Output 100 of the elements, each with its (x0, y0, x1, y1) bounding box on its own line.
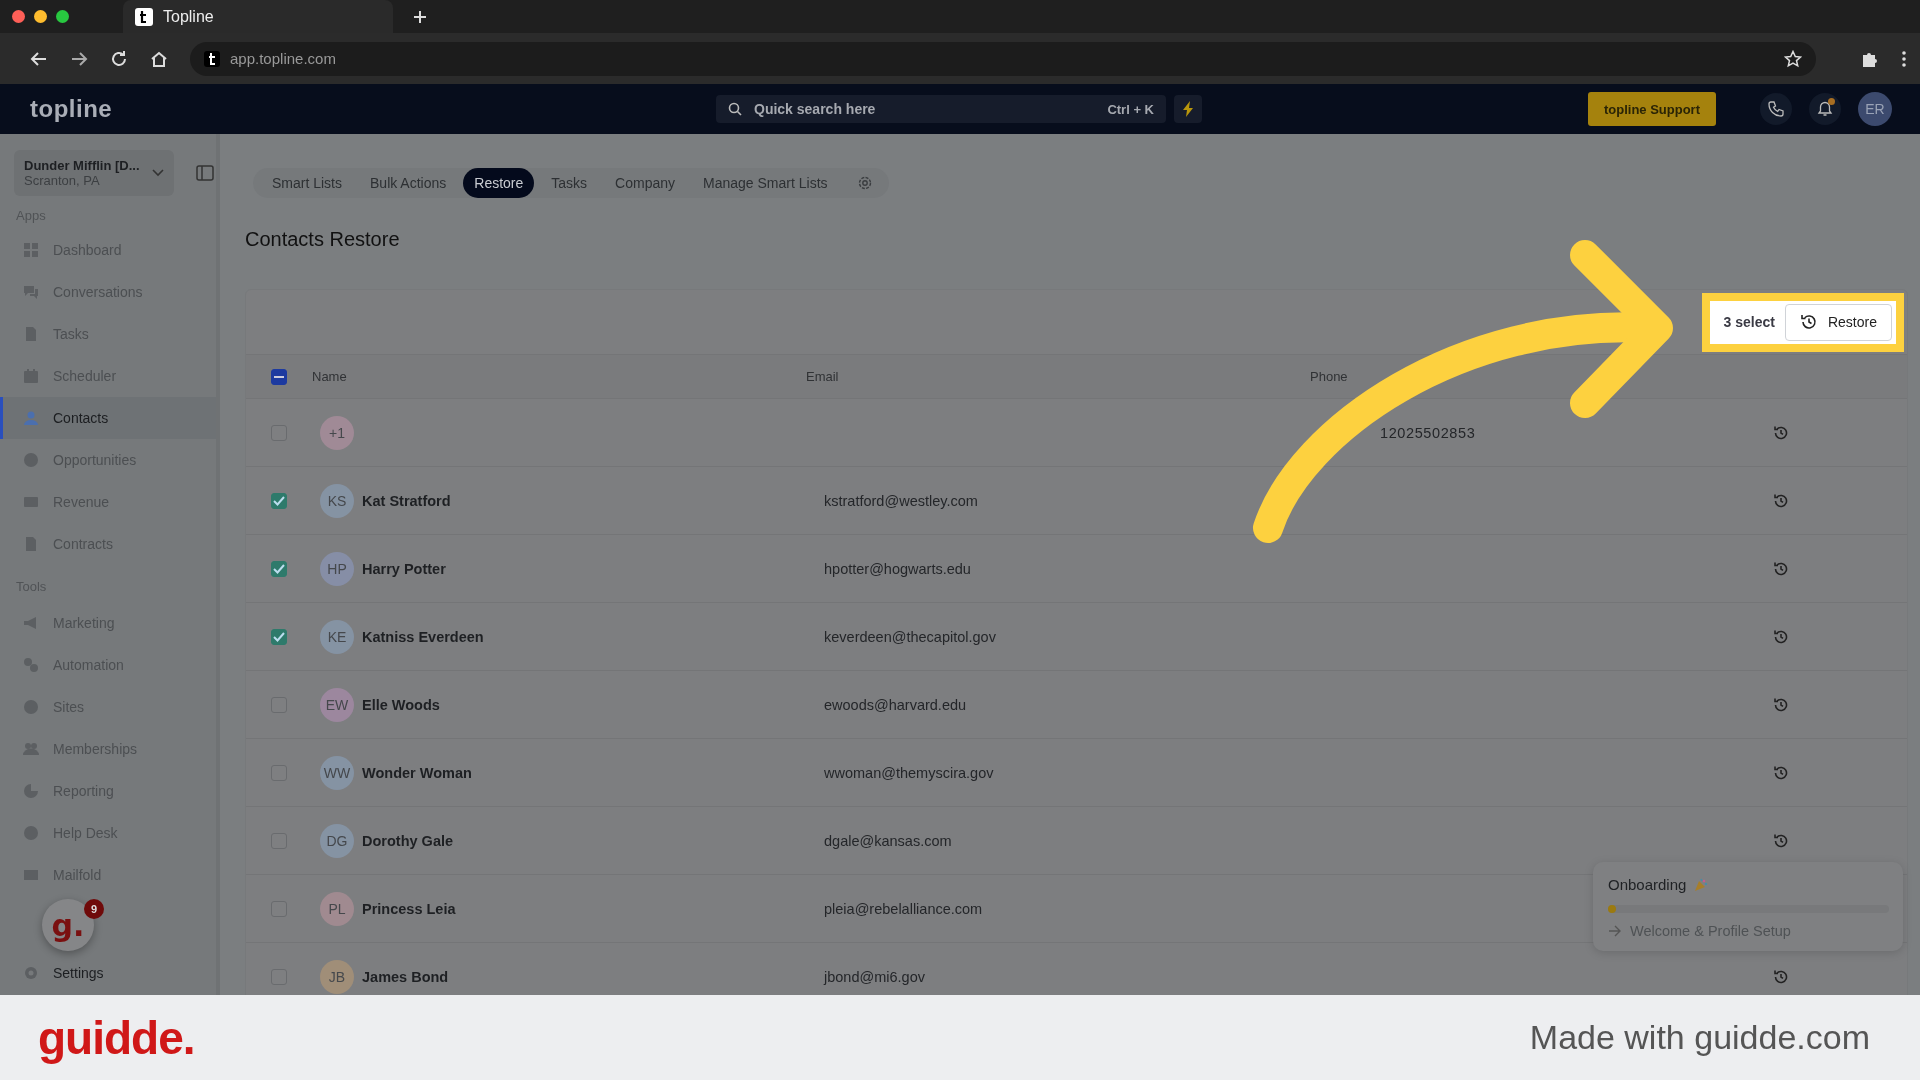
close-window-icon[interactable] (12, 10, 25, 23)
checkbox[interactable] (271, 492, 287, 509)
chat-icon (23, 284, 39, 300)
favicon-icon (135, 7, 153, 26)
document-icon (23, 536, 39, 552)
email-cell: ewoods@harvard.edu (824, 696, 967, 713)
home-icon[interactable] (150, 49, 168, 68)
lightning-icon (1182, 101, 1194, 117)
contact-name[interactable]: Katniss Everdeen (362, 628, 484, 645)
maximize-window-icon[interactable] (56, 10, 69, 23)
contact-avatar: PL (320, 891, 354, 926)
contact-name[interactable]: Wonder Woman (362, 764, 472, 781)
bell-icon (1817, 101, 1833, 117)
back-icon[interactable] (30, 49, 48, 68)
restore-icon[interactable] (1773, 968, 1789, 985)
minus-icon (274, 375, 284, 378)
checkmark-icon (273, 495, 285, 506)
contact-name[interactable]: Princess Leia (362, 900, 456, 917)
contact-avatar: HP (320, 551, 354, 586)
tab[interactable]: Restore (463, 168, 535, 198)
people-icon (23, 741, 39, 757)
favicon-icon (204, 50, 220, 67)
restore-icon[interactable] (1773, 424, 1789, 441)
shortcut-hint: Ctrl + K (1107, 101, 1154, 117)
contact-name[interactable]: Kat Stratford (362, 492, 451, 509)
phone-icon (1768, 101, 1784, 117)
account-name: Dunder Mifflin [D... (24, 158, 141, 173)
document-icon (23, 326, 39, 342)
contact-name[interactable]: Harry Potter (362, 560, 446, 577)
calendar-icon (23, 368, 39, 384)
sidebar-toggle-icon[interactable] (196, 165, 214, 181)
column-header: Phone (1310, 369, 1349, 384)
restore-icon[interactable] (1773, 628, 1789, 645)
person-icon (23, 410, 39, 426)
email-cell: wwoman@themyscira.gov (824, 764, 994, 781)
contact-name[interactable]: Elle Woods (362, 696, 440, 713)
checkmark-icon (273, 631, 285, 642)
tab[interactable]: Smart Lists (261, 168, 353, 198)
quick-action-button[interactable] (1174, 95, 1202, 123)
contact-avatar: +1 (320, 415, 354, 450)
reload-icon[interactable] (110, 49, 128, 68)
checkbox[interactable] (271, 628, 287, 645)
tab[interactable]: Manage Smart Lists (692, 168, 839, 198)
megaphone-icon (23, 615, 39, 631)
email-cell: jbond@mi6.gov (824, 968, 925, 985)
search-field[interactable]: Quick search here Ctrl + K (716, 95, 1166, 123)
restore-icon[interactable] (1773, 696, 1789, 713)
restore-button[interactable]: Restore (1784, 303, 1892, 341)
search-input[interactable]: Quick search here (752, 100, 1098, 118)
page-title: Contacts Restore (245, 228, 401, 251)
settings-icon[interactable] (856, 175, 873, 191)
restore-icon[interactable] (1773, 832, 1789, 849)
new-tab-icon[interactable] (413, 9, 427, 24)
restore-icon[interactable] (1773, 764, 1789, 781)
checkbox[interactable] (271, 368, 287, 385)
email-cell: dgale@kansas.com (824, 832, 952, 849)
grid-icon (23, 242, 39, 258)
selection-count: 3 select (1722, 314, 1776, 330)
star-icon[interactable] (1784, 49, 1802, 68)
email-cell: pleia@rebelalliance.com (824, 900, 983, 917)
contact-avatar: WW (320, 755, 354, 790)
notifications-button[interactable] (1809, 93, 1841, 125)
restore-icon (1799, 313, 1818, 331)
onboarding-title: Onboarding (1608, 876, 1687, 893)
address-field[interactable]: app.topline.com (190, 41, 1816, 76)
contact-avatar: KE (320, 619, 354, 654)
pie-chart-icon (23, 783, 39, 799)
contact-avatar: KS (320, 483, 354, 518)
email-cell: kstratford@westley.com (824, 492, 978, 509)
count-badge: 9 (84, 899, 104, 919)
arrow-right-icon (1608, 925, 1622, 937)
tab[interactable]: Bulk Actions (359, 168, 458, 198)
contact-name[interactable]: Dorothy Gale (362, 832, 454, 849)
guidde-logo: guidde. (38, 1010, 195, 1065)
email-cell: hpotter@hogwarts.edu (824, 560, 971, 577)
minimize-window-icon[interactable] (34, 10, 47, 23)
call-button[interactable] (1760, 93, 1792, 125)
footer-tagline: Made with guidde.com (1529, 1018, 1870, 1057)
more-icon[interactable] (1902, 49, 1906, 68)
restore-icon[interactable] (1773, 492, 1789, 509)
card-icon (23, 494, 39, 510)
contact-avatar: JB (320, 959, 354, 994)
party-popper-icon (1694, 877, 1709, 892)
contact-name[interactable]: James Bond (362, 968, 449, 985)
search-icon (728, 102, 742, 116)
email-cell: keverdeen@thecapitol.gov (824, 628, 996, 645)
app-logo[interactable]: topline (30, 95, 716, 123)
user-avatar[interactable]: ER (1858, 92, 1892, 126)
tab[interactable]: Tasks (540, 168, 599, 198)
nav-item[interactable]: Settings (0, 955, 216, 991)
tab[interactable]: Company (604, 168, 687, 198)
restore-icon[interactable] (1773, 560, 1789, 577)
nav-item[interactable]: Contacts (0, 397, 216, 439)
support-button[interactable]: topline Support (1588, 92, 1716, 126)
chevron-down-icon (152, 169, 164, 177)
browser-tab[interactable]: Topline (123, 0, 393, 33)
phone-cell: 12025502853 (1380, 424, 1476, 441)
forward-icon[interactable] (70, 49, 88, 68)
column-header: Email (806, 369, 840, 384)
checkbox[interactable] (271, 560, 287, 577)
